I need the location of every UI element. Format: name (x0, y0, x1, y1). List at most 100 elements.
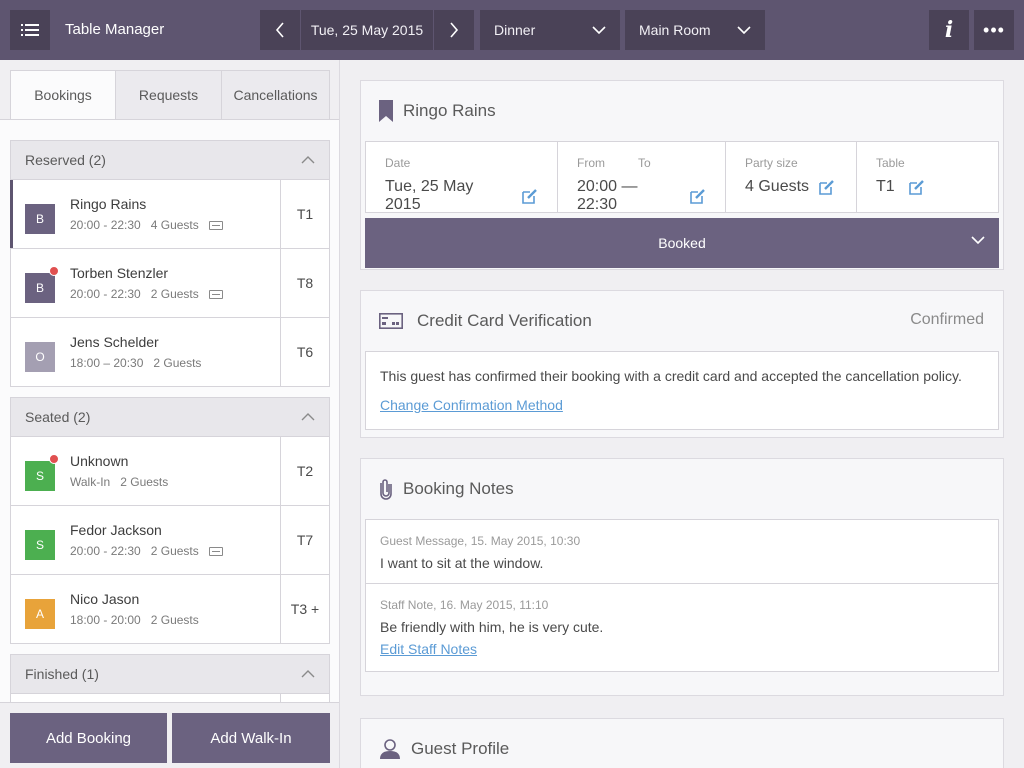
party-size-field[interactable]: Party size 4 Guests (726, 142, 857, 212)
time-value: 20:00 — 22:30 (577, 178, 638, 213)
chevron-up-icon (301, 156, 315, 164)
booking-notes-title: Booking Notes (403, 479, 514, 498)
bookings-panel: Bookings Requests Cancellations Reserved… (0, 60, 340, 768)
more-icon: ••• (983, 19, 1005, 40)
verification-status: Confirmed (910, 311, 984, 328)
credit-card-icon (208, 221, 223, 230)
chevron-down-icon (592, 26, 606, 34)
chevron-up-icon (301, 413, 315, 421)
booking-card-header: Ringo Rains (361, 81, 1003, 141)
booking-time: Walk-In (70, 475, 111, 489)
note-meta: Guest Message, 15. May 2015, 10:30 (380, 534, 581, 548)
note-meta: Staff Note, 16. May 2015, 11:10 (380, 598, 549, 612)
booking-list[interactable]: Reserved (2) B Ringo Rains 20:00 - 22:30… (0, 119, 339, 702)
table-value: T1 (876, 178, 895, 195)
party-size-value: 4 Guests (745, 178, 810, 195)
booking-row[interactable]: S Fedor Jackson 20:00 - 22:30 2 Guests T7 (10, 506, 330, 575)
staff-note: Staff Note, 16. May 2015, 11:10 Be frien… (366, 584, 998, 671)
booking-row-main: O Jens Schelder 18:00 – 20:30 2 Guests (11, 318, 281, 386)
booking-row-main: A Nico Jason 18:00 - 20:00 2 Guests (11, 575, 281, 643)
booking-meta: 18:00 - 20:00 2 Guests (70, 613, 199, 627)
booking-card: Ringo Rains Date Tue, 25 May 2015 From To… (360, 80, 1004, 270)
edit-icon[interactable] (690, 188, 706, 204)
finished-section: Finished (1) (10, 654, 330, 702)
booking-row[interactable]: S Unknown Walk-In 2 Guests T2 (10, 437, 330, 506)
table-number: T6 (296, 344, 314, 360)
booking-row[interactable] (10, 694, 330, 702)
app-title: Table Manager (65, 21, 165, 38)
booking-meta: Walk-In 2 Guests (70, 475, 168, 489)
reserved-section-header[interactable]: Reserved (2) (10, 140, 330, 180)
chevron-left-icon (275, 22, 284, 38)
status-badge: O (25, 342, 55, 372)
previous-day-button[interactable] (260, 10, 300, 50)
booking-meta: 20:00 - 22:30 4 Guests (70, 218, 223, 232)
booking-meta: 20:00 - 22:30 2 Guests (70, 287, 223, 301)
booking-row[interactable]: A Nico Jason 18:00 - 20:00 2 Guests T3 + (10, 575, 330, 644)
add-booking-button[interactable]: Add Booking (10, 713, 167, 763)
list-menu-icon (21, 24, 39, 36)
guest-count: 2 Guests (153, 356, 202, 370)
more-options-button[interactable]: ••• (974, 10, 1014, 50)
credit-card-description: This guest has confirmed their booking w… (380, 368, 962, 384)
edit-icon[interactable] (908, 179, 925, 195)
top-bar: Table Manager Tue, 25 May 2015 Dinner Ma… (0, 0, 1024, 60)
table-number: T3 + (290, 601, 320, 617)
room-dropdown[interactable]: Main Room (625, 10, 765, 50)
shift-dropdown[interactable]: Dinner (480, 10, 620, 50)
alert-dot (49, 454, 59, 464)
info-button[interactable]: i (929, 10, 969, 50)
reserved-section: Reserved (2) B Ringo Rains 20:00 - 22:30… (10, 140, 330, 387)
booking-row-main (11, 694, 281, 702)
status-badge: A (25, 599, 55, 629)
booking-time: 18:00 - 20:00 (70, 613, 141, 627)
menu-button[interactable] (10, 10, 50, 50)
guest-name: Fedor Jackson (70, 522, 162, 538)
booking-row-main: S Unknown Walk-In 2 Guests (11, 437, 281, 505)
booking-row[interactable]: O Jens Schelder 18:00 – 20:30 2 Guests T6 (10, 318, 330, 387)
bookmark-icon (379, 100, 393, 122)
credit-card-header: Credit Card Verification Confirmed (361, 291, 1003, 351)
guest-message-note: Guest Message, 15. May 2015, 10:30 I wan… (366, 520, 998, 584)
credit-card-title: Credit Card Verification (417, 311, 592, 330)
tab-bookings[interactable]: Bookings (10, 70, 116, 120)
table-field[interactable]: Table T1 (857, 142, 998, 212)
shift-value: Dinner (494, 22, 536, 38)
next-day-button[interactable] (434, 10, 474, 50)
date-label: Date (385, 156, 411, 170)
date-value: Tue, 25 May 2015 (385, 178, 474, 213)
credit-card-icon (379, 313, 403, 329)
booking-time: 20:00 - 22:30 (70, 218, 141, 232)
booking-row[interactable]: B Torben Stenzler 20:00 - 22:30 2 Guests … (10, 249, 330, 318)
booking-notes-card: Booking Notes Guest Message, 15. May 201… (360, 458, 1004, 696)
time-field[interactable]: From To 20:00 — 22:30 (558, 142, 726, 213)
tab-cancellations[interactable]: Cancellations (222, 70, 330, 120)
booking-notes-body: Guest Message, 15. May 2015, 10:30 I wan… (365, 519, 999, 672)
guest-count: 2 Guests (150, 544, 199, 558)
seated-section-header[interactable]: Seated (2) (10, 397, 330, 437)
add-walk-in-button[interactable]: Add Walk-In (172, 713, 330, 763)
from-label: From (577, 156, 605, 170)
booking-row[interactable]: B Ringo Rains 20:00 - 22:30 4 Guests T1 (10, 180, 330, 249)
guest-profile-header[interactable]: Guest Profile (361, 719, 1003, 768)
booking-details: Date Tue, 25 May 2015 From To 20:00 — 22:… (365, 141, 999, 213)
party-size-label: Party size (745, 156, 798, 170)
tab-requests[interactable]: Requests (116, 70, 222, 120)
booking-time: 18:00 – 20:30 (70, 356, 144, 370)
booking-status-dropdown[interactable]: Booked (365, 218, 999, 268)
edit-icon[interactable] (819, 179, 835, 195)
info-icon: i (944, 17, 954, 43)
edit-staff-notes-link[interactable]: Edit Staff Notes (380, 641, 477, 657)
guest-count: 2 Guests (150, 287, 199, 301)
credit-card-verification-card: Credit Card Verification Confirmed This … (360, 290, 1004, 438)
credit-card-body: This guest has confirmed their booking w… (365, 351, 999, 430)
edit-icon[interactable] (522, 188, 538, 204)
date-field[interactable]: Date Tue, 25 May 2015 (366, 142, 558, 213)
chevron-down-icon (971, 236, 985, 244)
room-value: Main Room (639, 22, 711, 38)
finished-section-header[interactable]: Finished (1) (10, 654, 330, 694)
tab-bar: Bookings Requests Cancellations (10, 70, 330, 120)
table-number: T8 (296, 275, 314, 291)
change-confirmation-method-link[interactable]: Change Confirmation Method (380, 397, 563, 413)
date-selector[interactable]: Tue, 25 May 2015 (301, 10, 433, 50)
